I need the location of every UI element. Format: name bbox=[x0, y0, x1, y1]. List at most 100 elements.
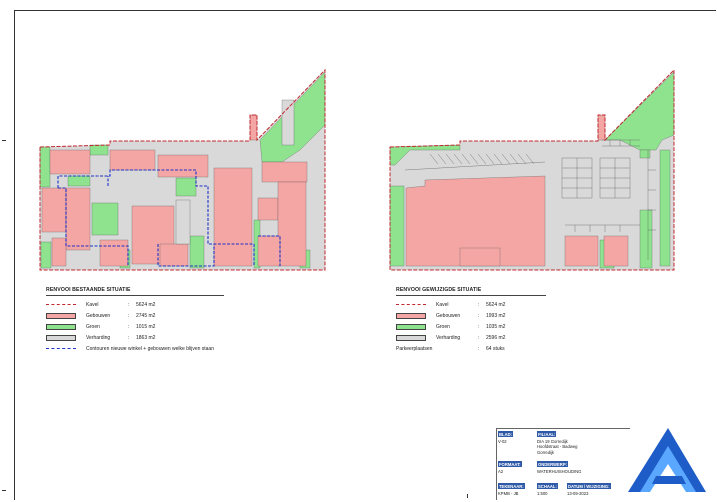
green-area bbox=[659, 149, 671, 267]
building bbox=[249, 114, 258, 141]
tb-label: BLAD: bbox=[498, 431, 514, 437]
legend-new: RENVOOI GEWIJZIGDE SITUATIE Kavel : 5624… bbox=[396, 287, 546, 354]
building bbox=[109, 149, 156, 171]
building-swatch bbox=[396, 312, 426, 319]
building bbox=[257, 235, 281, 267]
legend-rule bbox=[396, 295, 546, 296]
legend-colon: : bbox=[128, 323, 130, 330]
building bbox=[213, 167, 253, 267]
legend-colon: : bbox=[128, 301, 130, 308]
legend-colon: : bbox=[128, 312, 130, 319]
legend-row: Gebouwen : 2745 m2 bbox=[46, 310, 224, 321]
tb-value: V-02 bbox=[498, 438, 507, 444]
legend-row: Gebouwen : 1993 m2 bbox=[396, 310, 546, 321]
legend-value: 5624 m2 bbox=[136, 301, 156, 308]
site-plans bbox=[39, 68, 706, 492]
tb-datum: DATUM / WIJZIGING: 13-09-2023 bbox=[567, 483, 611, 496]
plot-line-swatch bbox=[46, 304, 76, 305]
legend-label: Kavel bbox=[436, 301, 449, 308]
tb-filiaal: FILIAAL: DIA 19 Gorredijk Hoofdstraat - … bbox=[537, 431, 578, 455]
legend-colon: : bbox=[128, 334, 130, 341]
tb-value: A2 bbox=[498, 468, 504, 474]
green-swatch bbox=[396, 323, 426, 330]
building bbox=[257, 197, 279, 221]
legend-label: Groen bbox=[86, 323, 100, 330]
green-area bbox=[91, 202, 119, 236]
tb-label: TEKENAAR: bbox=[498, 483, 525, 489]
legend-label: Contouren nieuwe winkel + gebouwen welke… bbox=[86, 345, 214, 352]
legend-row: Kavel : 5624 m2 bbox=[396, 299, 546, 310]
a-triangle-logo-icon bbox=[628, 428, 706, 492]
building bbox=[157, 154, 209, 178]
tb-formaat: FORMAAT: A2 bbox=[498, 461, 522, 474]
plan-new bbox=[389, 68, 675, 271]
legend-colon: : bbox=[478, 312, 480, 319]
legend-row: Verharding : 2596 m2 bbox=[396, 332, 546, 343]
legend-title: RENVOOI BESTAANDE SITUATIE bbox=[46, 287, 131, 293]
legend-value: 1993 m2 bbox=[486, 312, 506, 319]
building bbox=[99, 239, 129, 267]
building bbox=[41, 187, 67, 233]
legend-label: Verharding bbox=[436, 334, 461, 341]
building bbox=[261, 161, 308, 183]
tb-onderwerp: ONDERWERP: WATERHUISHOUDING bbox=[537, 461, 581, 474]
legend-title: RENVOOI GEWIJZIGDE SITUATIE bbox=[396, 287, 482, 293]
legend-row: Parkeerplaatsen : 64 stuks bbox=[396, 343, 546, 354]
tb-label: FORMAAT: bbox=[498, 461, 522, 467]
tb-blad: BLAD: V-02 bbox=[498, 431, 514, 444]
legend-row: Kavel : 5624 m2 bbox=[46, 299, 224, 310]
green-area bbox=[89, 144, 109, 156]
legend-colon: : bbox=[478, 334, 480, 341]
building bbox=[159, 243, 189, 267]
green-area bbox=[604, 71, 675, 151]
legend-row: Groen : 1035 m2 bbox=[396, 321, 546, 332]
legend-colon: : bbox=[478, 301, 480, 308]
legend-row: Groen : 1015 m2 bbox=[46, 321, 224, 332]
tb-value: 13-09-2023 bbox=[567, 490, 589, 496]
building bbox=[603, 235, 629, 267]
building bbox=[51, 237, 67, 267]
green-area bbox=[189, 235, 205, 269]
legend-value: 1035 m2 bbox=[486, 323, 506, 330]
legend-row: Verharding : 1863 m2 bbox=[46, 332, 224, 343]
tb-tekenaar: TEKENAAR: KPMB - JB bbox=[498, 483, 525, 496]
tb-value: KPMB - JB bbox=[498, 490, 519, 496]
paving-swatch bbox=[396, 334, 426, 341]
building bbox=[277, 181, 307, 267]
tb-value: Hoofdstraat - Badweg bbox=[537, 444, 578, 449]
drawing-sheet: RENVOOI BESTAANDE SITUATIE Kavel : 5624 … bbox=[0, 0, 717, 502]
building bbox=[65, 187, 91, 251]
legend-label: Groen bbox=[436, 323, 450, 330]
plan-existing bbox=[39, 68, 326, 271]
legend-label: Gebouwen bbox=[86, 312, 111, 319]
outbuilding bbox=[281, 99, 295, 146]
legend-label: Gebouwen bbox=[436, 312, 461, 319]
tb-label: DATUM / WIJZIGING: bbox=[567, 483, 611, 489]
green-area bbox=[67, 175, 91, 187]
tb-label: FILIAAL: bbox=[537, 431, 557, 437]
legend-value: 2596 m2 bbox=[486, 334, 506, 341]
green-area bbox=[40, 241, 52, 269]
green-area bbox=[39, 146, 51, 188]
building bbox=[597, 114, 606, 141]
legend-label: Verharding bbox=[86, 334, 111, 341]
legend-value: 1015 m2 bbox=[136, 323, 156, 330]
tb-schaal: SCHAAL: 1:500 bbox=[537, 483, 558, 496]
legend-value: 1863 m2 bbox=[136, 334, 156, 341]
plot-line-swatch bbox=[396, 304, 426, 305]
legend-value: 2745 m2 bbox=[136, 312, 156, 319]
legend-rule bbox=[46, 295, 224, 296]
legend-colon: : bbox=[478, 323, 480, 330]
legend-existing: RENVOOI BESTAANDE SITUATIE Kavel : 5624 … bbox=[46, 287, 224, 354]
legend-row: Contouren nieuwe winkel + gebouwen welke… bbox=[46, 343, 224, 354]
green-area bbox=[639, 149, 651, 159]
legend-label: Kavel bbox=[86, 301, 99, 308]
tb-value: 1:500 bbox=[537, 490, 548, 496]
green-swatch bbox=[46, 323, 76, 330]
legend-value: 64 stuks bbox=[486, 345, 505, 352]
legend-colon: : bbox=[478, 345, 480, 352]
tb-value: Gorredijk bbox=[537, 449, 554, 455]
contour-line-swatch bbox=[46, 348, 76, 349]
tb-label: ONDERWERP: bbox=[537, 461, 569, 467]
green-area bbox=[175, 177, 197, 197]
